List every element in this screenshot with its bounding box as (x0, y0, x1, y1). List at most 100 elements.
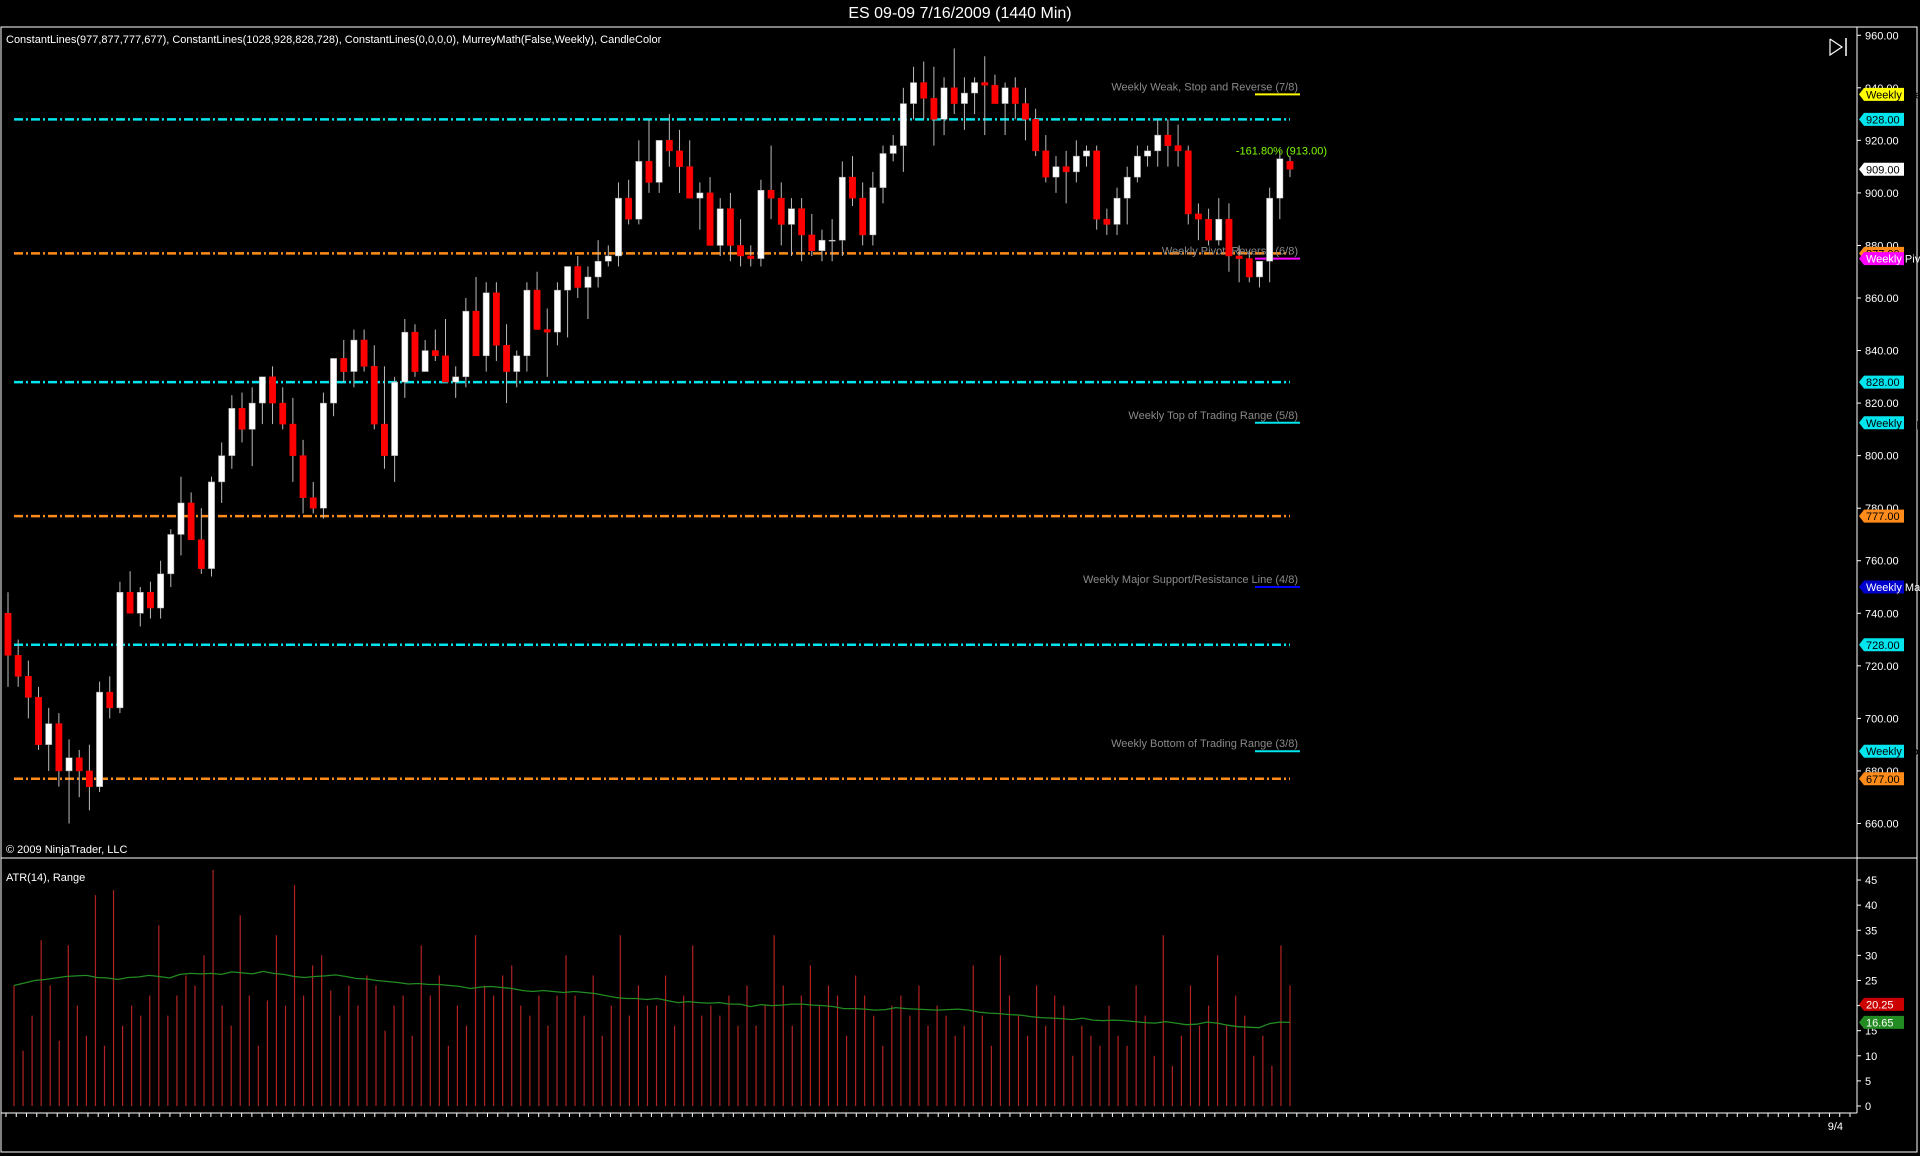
candle-body (503, 345, 510, 372)
candle-body (676, 150, 683, 167)
candle-body (1042, 150, 1050, 178)
candle-body (1286, 161, 1294, 170)
candle-body (981, 82, 989, 86)
candle-body (370, 366, 378, 425)
candle-body (1001, 87, 1009, 104)
candle-body (1276, 158, 1284, 199)
candle-body (686, 166, 694, 199)
candle-body (75, 757, 83, 772)
price-tick-label: 900.00 (1865, 188, 1899, 200)
candle-body (309, 497, 317, 509)
price-tick-label: 840.00 (1865, 346, 1899, 358)
price-tick-label: 660.00 (1865, 818, 1899, 830)
price-tick-label: 800.00 (1865, 451, 1899, 463)
candle-body (635, 161, 643, 220)
candle-body (838, 176, 846, 241)
candle-body (798, 208, 806, 236)
candle-body (177, 502, 185, 535)
candle-body (350, 339, 358, 372)
atr-line (13, 970, 1291, 1029)
candlesticks (4, 48, 1294, 824)
candle-body (431, 350, 439, 357)
candle-body (55, 723, 63, 772)
candle-body (421, 350, 429, 372)
price-tick-label: 960.00 (1865, 30, 1899, 42)
candle-body (279, 402, 287, 425)
murrey-badge-label: Weekly Top of Trading Range (5/8) (1866, 418, 1920, 430)
candle-body (1022, 103, 1029, 120)
candle-body (594, 260, 602, 278)
price-badge-label: 928.00 (1866, 114, 1900, 126)
price-badge-label: 728.00 (1866, 640, 1900, 652)
candle-body (604, 255, 612, 262)
candle-body (269, 376, 276, 404)
atr-tick-label: 30 (1865, 950, 1877, 962)
candle-body (492, 292, 500, 346)
candle-body (645, 161, 653, 183)
candle-body (197, 539, 205, 569)
candle-body (1072, 155, 1080, 173)
candle-body (889, 145, 897, 154)
candle-body (1083, 150, 1090, 157)
candle-body (24, 676, 32, 698)
candle-body (65, 757, 73, 772)
atr-badge-label: 16.65 (1866, 1017, 1894, 1029)
atr-indicator-label: ATR(14), Range (6, 872, 85, 884)
candle-body (340, 358, 348, 372)
price-tick-label: 740.00 (1865, 608, 1899, 620)
candle-body (85, 770, 93, 787)
candle-body (737, 245, 744, 257)
candle-body (1256, 260, 1263, 278)
candle-body (543, 329, 551, 333)
candle-body (950, 87, 958, 104)
price-tick-label: 920.00 (1865, 135, 1899, 147)
candle-body (1032, 119, 1040, 152)
candle-body (1052, 166, 1060, 178)
candle-body (991, 84, 999, 104)
candle-body (1123, 176, 1131, 199)
candle-body (157, 573, 165, 609)
x-axis-last-label: 9/4 (1828, 1121, 1843, 1133)
murrey-label: Weekly Bottom of Trading Range (3/8) (1111, 738, 1298, 750)
candle-body (1266, 197, 1274, 262)
candle-body (706, 192, 714, 246)
candle-body (320, 402, 327, 509)
candle-body (1235, 255, 1243, 259)
candle-body (1245, 258, 1253, 278)
candle-body (1154, 134, 1162, 152)
atr-tick-label: 40 (1865, 900, 1877, 912)
candle-body (452, 376, 460, 383)
atr-badges: 20.25 16.65 (1859, 997, 1904, 1029)
candle-body (777, 197, 785, 225)
murrey-label: Weekly Top of Trading Range (5/8) (1128, 410, 1298, 422)
atr-tick-label: 5 (1865, 1076, 1871, 1088)
candle-body (1205, 218, 1213, 241)
candle-body (1113, 197, 1121, 225)
candle-body (126, 592, 134, 614)
candle-body (767, 190, 775, 199)
candle-body (615, 197, 622, 257)
candle-body (564, 266, 572, 291)
candle-body (411, 331, 419, 372)
candle-body (258, 376, 266, 404)
candle-body (96, 691, 103, 787)
candle-body (523, 289, 531, 357)
candle-body (299, 455, 307, 498)
time-axis-ticks (5, 1113, 1851, 1117)
candle-body (757, 190, 765, 259)
candle-body (482, 292, 490, 357)
candle-body (248, 402, 256, 430)
atr-tick-label: 35 (1865, 925, 1877, 937)
candle-body (1195, 213, 1202, 220)
candle-body (1093, 150, 1101, 220)
candle-body (391, 381, 399, 456)
scroll-to-end-icon[interactable] (1828, 36, 1850, 58)
candle-body (106, 691, 114, 709)
atr-badge-label: 20.25 (1866, 999, 1894, 1011)
range-bars (13, 870, 1291, 1106)
candle-body (513, 355, 521, 372)
candle-body (1164, 134, 1172, 146)
candle-body (533, 289, 541, 330)
price-tick-label: 860.00 (1865, 293, 1899, 305)
candle-body (696, 192, 704, 199)
